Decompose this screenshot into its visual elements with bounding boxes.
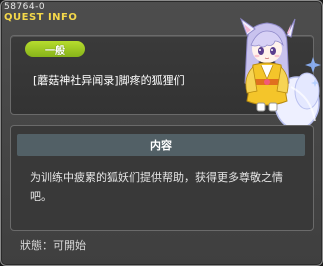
quest-content-panel: 内容 为训练中疲累的狐妖们提供帮助，获得更多尊敬之情吧。 [10, 125, 314, 231]
quest-id: 58764-0 [4, 2, 46, 12]
quest-info-window: 58764-0 QUEST INFO 一般 [蘑菇神社异闻录]脚疼的狐狸们 内容… [0, 0, 323, 266]
quest-status: 狀態：可開始 [20, 239, 86, 252]
window-title: QUEST INFO [4, 12, 78, 23]
fox-girl-portrait-icon [239, 17, 321, 130]
quest-category-badge: 一般 [25, 41, 85, 57]
quest-name: [蘑菇神社异闻录]脚疼的狐狸们 [33, 74, 185, 87]
content-header: 内容 [17, 134, 305, 156]
quest-description: 为训练中疲累的狐妖们提供帮助，获得更多尊敬之情吧。 [30, 171, 283, 203]
